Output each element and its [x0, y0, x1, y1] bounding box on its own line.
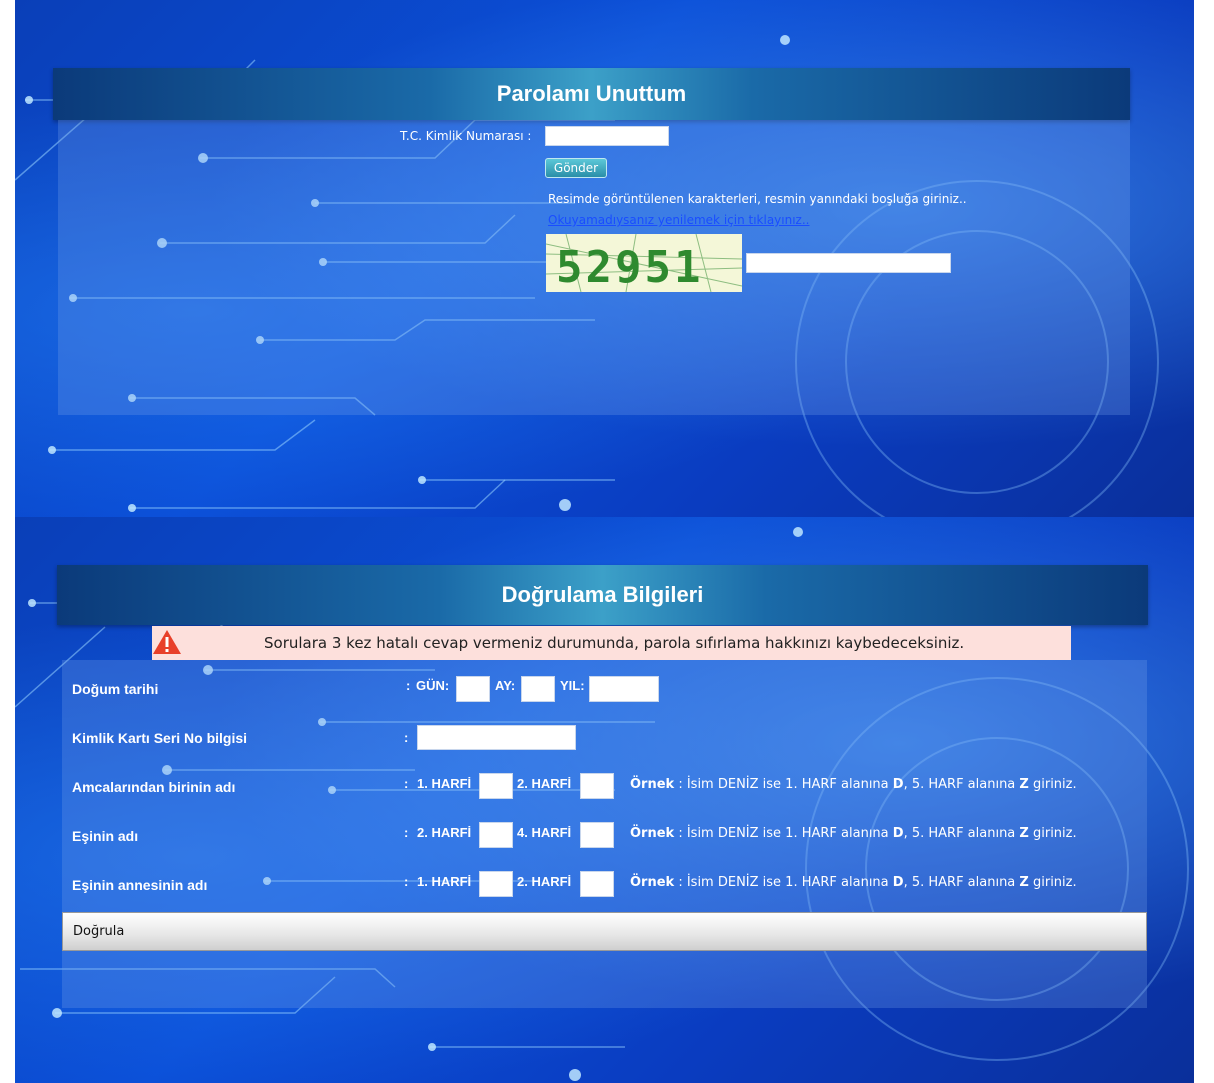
question-1-example: Örnek : İsim DENİZ ise 1. HARF alanına D… — [630, 777, 1077, 792]
month-input[interactable] — [521, 676, 555, 702]
captcha-instruction: Resimde görüntülenen karakterleri, resmi… — [548, 192, 967, 206]
tc-label: T.C. Kimlik Numarası : — [400, 129, 532, 143]
send-button[interactable]: Gönder — [545, 158, 607, 178]
id-serial-colon: : — [404, 730, 409, 745]
question-3-label: Eşinin annesinin adı — [72, 877, 208, 893]
question-2-letter1-label: 2. HARFİ — [417, 825, 472, 840]
birth-date-label: Doğum tarihi — [72, 681, 159, 697]
question-1-letter2-label: 2. HARFİ — [517, 776, 572, 791]
question-2-letter2-input[interactable] — [580, 822, 614, 848]
question-2-label: Eşinin adı — [72, 828, 139, 844]
question-1-letter1-input[interactable] — [479, 773, 513, 799]
forgot-password-header: Parolamı Unuttum — [53, 68, 1130, 120]
question-3-example: Örnek : İsim DENİZ ise 1. HARF alanına D… — [630, 875, 1077, 890]
id-serial-input[interactable] — [417, 725, 576, 750]
verification-header: Doğrulama Bilgileri — [57, 565, 1148, 625]
question-3-colon: : — [404, 874, 409, 889]
warning-icon — [153, 630, 181, 654]
question-2-letter1-input[interactable] — [479, 822, 513, 848]
question-1-colon: : — [404, 776, 409, 791]
captcha-refresh-link[interactable]: Okuyamadıysanız yenilemek için tıklayını… — [548, 213, 809, 227]
verify-button[interactable]: Doğrula — [62, 912, 1147, 951]
question-1-letter2-input[interactable] — [580, 773, 614, 799]
day-label: GÜN: — [416, 678, 450, 693]
question-2-example: Örnek : İsim DENİZ ise 1. HARF alanına D… — [630, 826, 1077, 841]
question-2-letter2-label: 4. HARFİ — [517, 825, 572, 840]
warning-banner: Sorulara 3 kez hatalı cevap vermeniz dur… — [152, 626, 1071, 660]
question-1-label: Amcalarından birinin adı — [72, 779, 236, 795]
question-2-colon: : — [404, 825, 409, 840]
question-3-letter1-input[interactable] — [479, 871, 513, 897]
year-label: YIL: — [560, 678, 585, 693]
question-3-letter2-input[interactable] — [580, 871, 614, 897]
question-1-letter1-label: 1. HARFİ — [417, 776, 472, 791]
captcha-graphic: 52951 — [545, 233, 743, 293]
question-3-letter2-label: 2. HARFİ — [517, 874, 572, 889]
tc-input[interactable] — [545, 126, 669, 146]
warning-text: Sorulara 3 kez hatalı cevap vermeniz dur… — [264, 634, 965, 652]
birth-date-colon: : — [406, 678, 411, 693]
month-label: AY: — [495, 678, 516, 693]
captcha-input[interactable] — [746, 253, 951, 273]
year-input[interactable] — [589, 676, 659, 702]
day-input[interactable] — [456, 676, 490, 702]
captcha-image: 52951 — [545, 233, 743, 293]
id-serial-label: Kimlik Kartı Seri No bilgisi — [72, 730, 248, 746]
question-3-letter1-label: 1. HARFİ — [417, 874, 472, 889]
captcha-text: 52951 — [556, 242, 703, 292]
